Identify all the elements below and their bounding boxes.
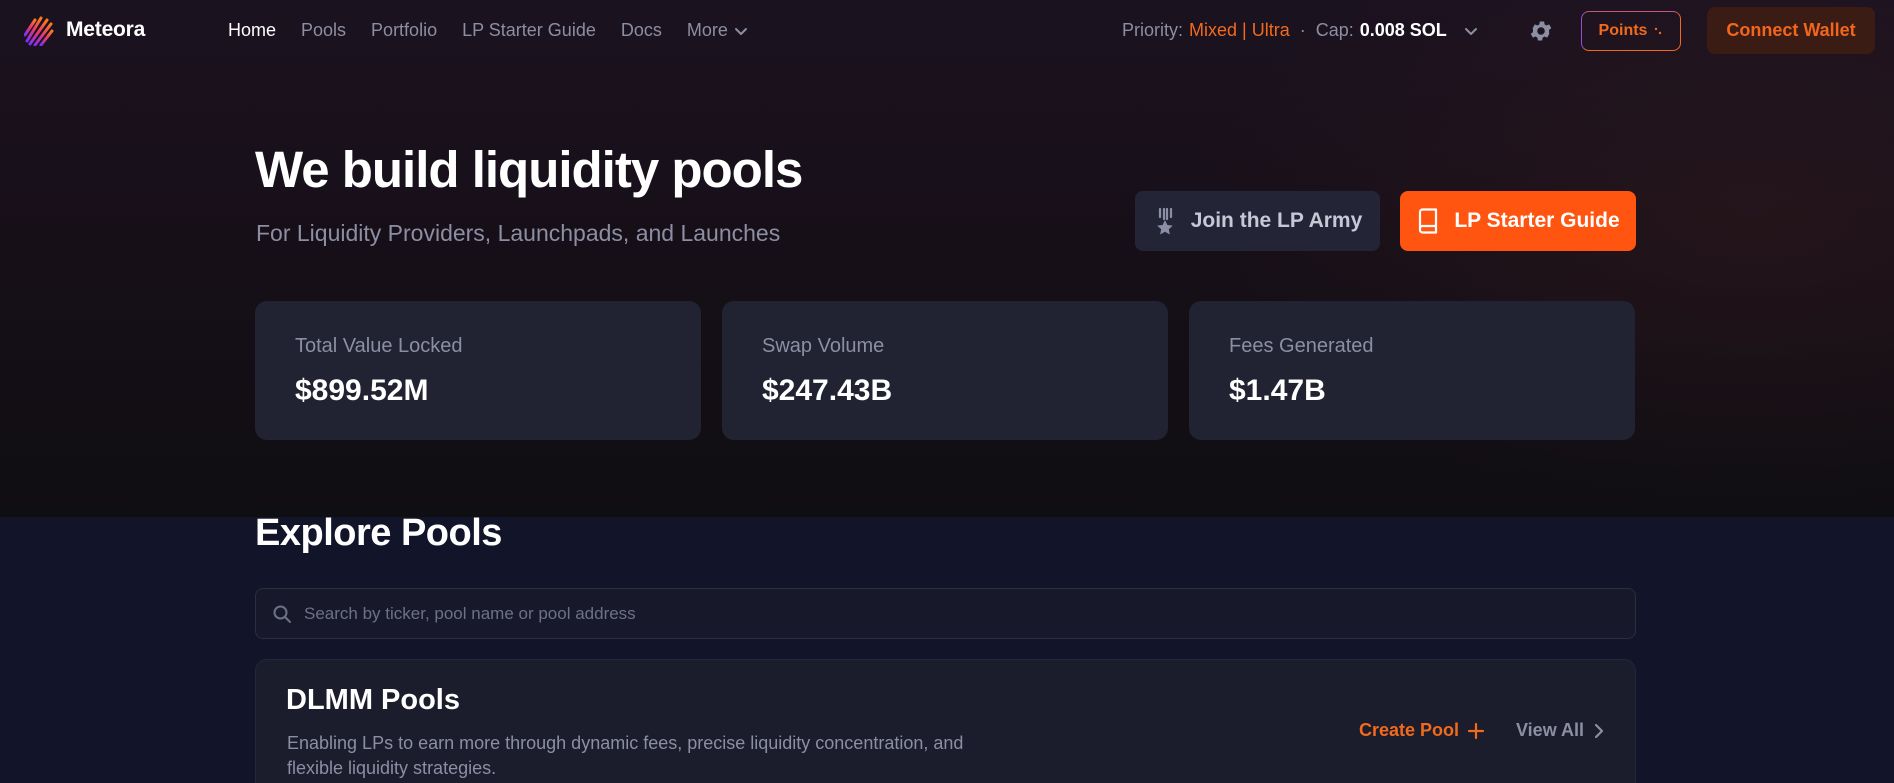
connect-wallet-button[interactable]: Connect Wallet (1707, 7, 1875, 54)
explore-pools-title: Explore Pools (255, 512, 502, 554)
stat-value: $247.43B (762, 374, 893, 407)
search-box (255, 588, 1636, 639)
chevron-down-icon (734, 27, 747, 35)
create-pool-label: Create Pool (1359, 720, 1460, 740)
dlmm-pools-title: DLMM Pools (286, 684, 460, 716)
meteora-logo-icon (24, 16, 54, 46)
search-icon (273, 605, 291, 623)
chevron-right-icon (1594, 723, 1604, 738)
nav-docs[interactable]: Docs (621, 20, 662, 41)
stat-card-tvl: Total Value Locked $899.52M (255, 301, 701, 440)
nav-pools[interactable]: Pools (301, 20, 346, 41)
cap-value: 0.008 SOL (1359, 20, 1447, 40)
lp-starter-guide-button[interactable]: LP Starter Guide (1400, 191, 1636, 251)
plus-icon (1467, 722, 1485, 739)
stat-value: $1.47B (1229, 374, 1326, 407)
nav-more[interactable]: More (687, 20, 748, 41)
hero-title: We build liquidity pools (255, 141, 803, 198)
stat-card-fees: Fees Generated $1.47B (1189, 301, 1635, 440)
stat-label: Swap Volume (762, 335, 885, 357)
create-pool-button[interactable]: Create Pool (1359, 720, 1485, 741)
priority-label: Priority: (1122, 20, 1184, 40)
nav-lp-starter-guide[interactable]: LP Starter Guide (462, 20, 596, 41)
chevron-down-icon (1464, 27, 1477, 35)
nav-links: Home Pools Portfolio LP Starter Guide Do… (228, 20, 748, 41)
priority-selector[interactable]: Priority: Mixed | Ultra · Cap: 0.008 SOL (1122, 20, 1479, 41)
medal-icon (1156, 207, 1173, 235)
logo[interactable]: Meteora (24, 14, 145, 46)
cap-label: Cap: (1315, 20, 1354, 40)
stat-label: Fees Generated (1229, 335, 1374, 357)
view-all-button[interactable]: View All (1516, 720, 1606, 741)
points-label: Points (1598, 22, 1648, 39)
lp-starter-guide-label: LP Starter Guide (1454, 209, 1620, 232)
dlmm-pools-description: Enabling LPs to earn more through dynami… (287, 733, 964, 778)
priority-value: Mixed | Ultra (1189, 20, 1290, 40)
book-icon (1419, 208, 1438, 234)
top-nav: Meteora Home Pools Portfolio LP Starter … (0, 0, 1894, 62)
stat-value: $899.52M (295, 374, 429, 407)
dlmm-pools-card: DLMM Pools Enabling LPs to earn more thr… (255, 659, 1636, 783)
search-input[interactable] (304, 603, 1635, 624)
stat-card-swap-volume: Swap Volume $247.43B (722, 301, 1168, 440)
nav-more-label: More (686, 20, 728, 40)
hero-subtitle: For Liquidity Providers, Launchpads, and… (256, 220, 781, 246)
app-name: Meteora (66, 18, 146, 41)
stat-label: Total Value Locked (295, 335, 463, 357)
nav-home[interactable]: Home (228, 20, 276, 41)
view-all-label: View All (1516, 720, 1585, 740)
nav-portfolio[interactable]: Portfolio (371, 20, 437, 41)
points-button[interactable]: Points (1581, 11, 1681, 51)
gear-icon[interactable] (1528, 18, 1554, 44)
priority-separator: · (1299, 20, 1306, 40)
join-lp-army-button[interactable]: Join the LP Army (1135, 191, 1380, 251)
sparkle-icon (1655, 27, 1662, 35)
join-lp-army-label: Join the LP Army (1190, 209, 1363, 232)
